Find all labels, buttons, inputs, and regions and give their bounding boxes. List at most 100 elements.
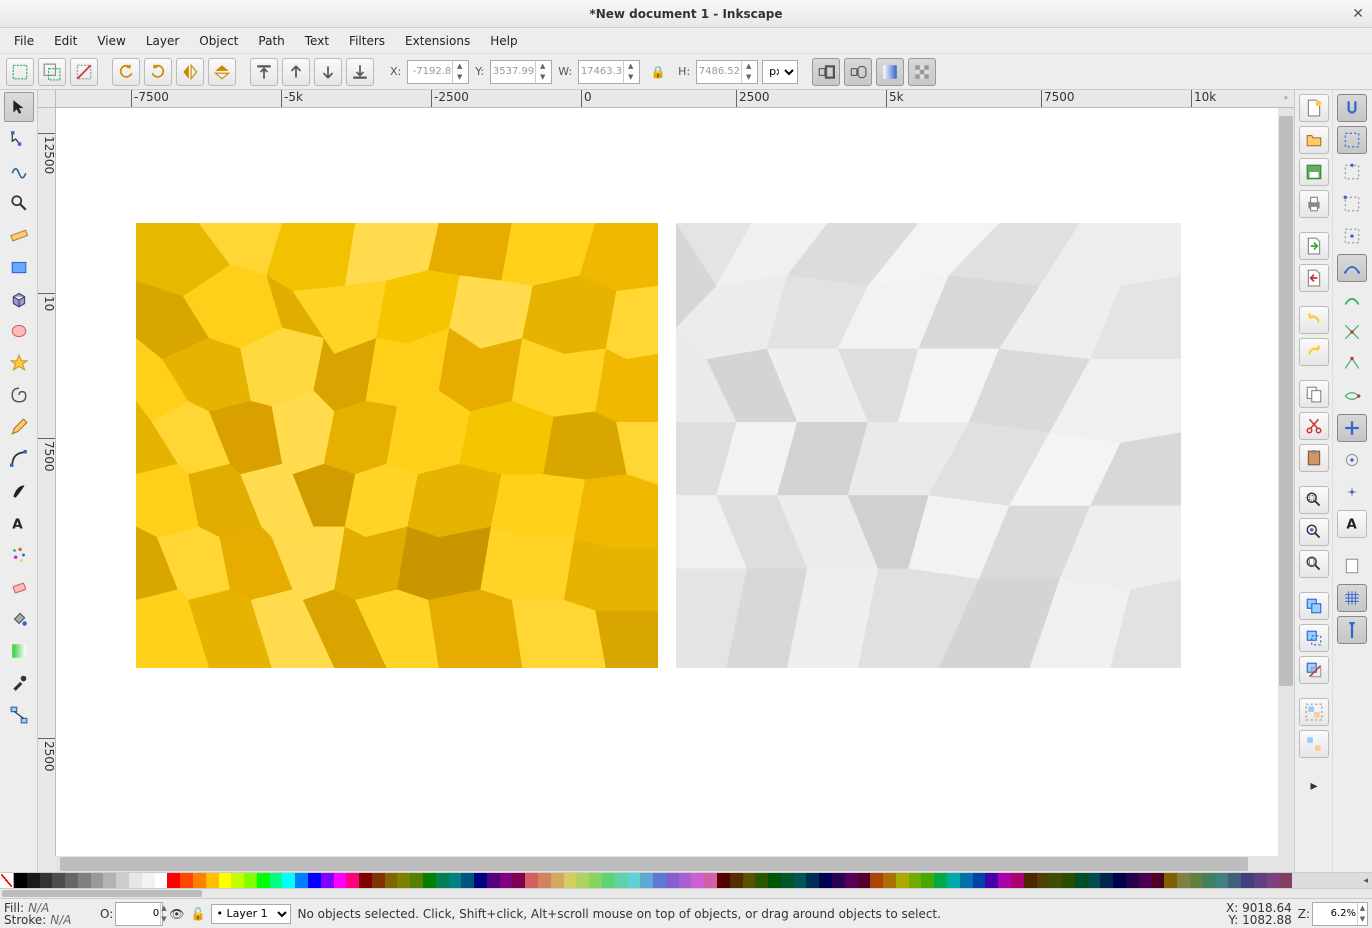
- color-swatch[interactable]: [219, 873, 232, 888]
- tweak-tool[interactable]: [4, 156, 34, 186]
- color-swatch[interactable]: [461, 873, 474, 888]
- color-swatch[interactable]: [487, 873, 500, 888]
- cut-button[interactable]: [1299, 412, 1329, 440]
- color-swatch[interactable]: [794, 873, 807, 888]
- clone-button[interactable]: [1299, 624, 1329, 652]
- snap-other-toggle[interactable]: [1337, 414, 1367, 442]
- color-swatch[interactable]: [589, 873, 602, 888]
- horizontal-scrollbar[interactable]: [56, 856, 1278, 872]
- color-swatch[interactable]: [1139, 873, 1152, 888]
- color-swatch[interactable]: [423, 873, 436, 888]
- color-swatch[interactable]: [244, 873, 257, 888]
- color-swatch[interactable]: [858, 873, 871, 888]
- color-swatch[interactable]: [270, 873, 283, 888]
- color-swatch[interactable]: [257, 873, 270, 888]
- color-swatch[interactable]: [1088, 873, 1101, 888]
- color-swatch[interactable]: [781, 873, 794, 888]
- save-doc-button[interactable]: [1299, 158, 1329, 186]
- color-swatch[interactable]: [985, 873, 998, 888]
- unit-select[interactable]: px: [762, 60, 798, 84]
- color-swatch[interactable]: [1177, 873, 1190, 888]
- duplicate-button[interactable]: [1299, 592, 1329, 620]
- color-swatch[interactable]: [538, 873, 551, 888]
- color-swatch[interactable]: [960, 873, 973, 888]
- color-swatch[interactable]: [909, 873, 922, 888]
- color-swatch[interactable]: [449, 873, 462, 888]
- color-swatch[interactable]: [500, 873, 513, 888]
- snap-enable-toggle[interactable]: [1337, 94, 1367, 122]
- rect-tool[interactable]: [4, 252, 34, 282]
- color-swatch[interactable]: [231, 873, 244, 888]
- color-swatch[interactable]: [896, 873, 909, 888]
- connector-tool[interactable]: [4, 700, 34, 730]
- lower-to-bottom-button[interactable]: [346, 58, 374, 86]
- transform-gradient-toggle[interactable]: [876, 58, 904, 86]
- color-swatch[interactable]: [743, 873, 756, 888]
- w-input[interactable]: [579, 66, 623, 77]
- color-swatch[interactable]: [1049, 873, 1062, 888]
- color-swatch[interactable]: [1024, 873, 1037, 888]
- lower-button[interactable]: [314, 58, 342, 86]
- color-swatch[interactable]: [1228, 873, 1241, 888]
- color-swatch[interactable]: [755, 873, 768, 888]
- rotate-cw-button[interactable]: [144, 58, 172, 86]
- horizontal-ruler[interactable]: -7500-5k-2500025005k750010k: [56, 90, 1278, 108]
- import-button[interactable]: [1299, 232, 1329, 260]
- color-swatch[interactable]: [474, 873, 487, 888]
- color-swatch[interactable]: [819, 873, 832, 888]
- color-swatch[interactable]: [602, 873, 615, 888]
- color-swatch[interactable]: [730, 873, 743, 888]
- snap-guide-toggle[interactable]: [1337, 616, 1367, 644]
- color-swatch[interactable]: [947, 873, 960, 888]
- color-swatch[interactable]: [334, 873, 347, 888]
- transform-stroke-toggle[interactable]: [812, 58, 840, 86]
- canvas[interactable]: [56, 108, 1278, 856]
- color-swatch[interactable]: [1037, 873, 1050, 888]
- color-swatch[interactable]: [1062, 873, 1075, 888]
- opacity-input[interactable]: [116, 908, 160, 919]
- color-swatch[interactable]: [832, 873, 845, 888]
- ruler-end-toggle[interactable]: ◦: [1278, 90, 1294, 108]
- color-swatch[interactable]: [78, 873, 91, 888]
- select-all-layers-button[interactable]: [38, 58, 66, 86]
- palette-scrollbar[interactable]: [0, 888, 1372, 898]
- color-swatch[interactable]: [1100, 873, 1113, 888]
- layer-select[interactable]: • Layer 1: [211, 904, 291, 924]
- transform-pattern-toggle[interactable]: [908, 58, 936, 86]
- color-swatch[interactable]: [372, 873, 385, 888]
- color-swatch[interactable]: [615, 873, 628, 888]
- layer-visibility-toggle[interactable]: 👁: [169, 907, 184, 921]
- color-swatch[interactable]: [806, 873, 819, 888]
- print-button[interactable]: [1299, 190, 1329, 218]
- menu-extensions[interactable]: Extensions: [395, 30, 480, 52]
- x-input[interactable]: [408, 66, 452, 77]
- color-swatch[interactable]: [155, 873, 168, 888]
- dropper-tool[interactable]: [4, 668, 34, 698]
- color-swatch[interactable]: [934, 873, 947, 888]
- color-swatch[interactable]: [870, 873, 883, 888]
- vertical-scrollbar[interactable]: [1278, 108, 1294, 856]
- color-swatch[interactable]: [436, 873, 449, 888]
- menu-path[interactable]: Path: [248, 30, 294, 52]
- w-spinbox[interactable]: ▲▼: [578, 60, 640, 84]
- calligraphy-tool[interactable]: [4, 476, 34, 506]
- y-input[interactable]: [491, 66, 535, 77]
- snap-bbox-midpoint-toggle[interactable]: [1337, 222, 1367, 250]
- color-swatch[interactable]: [410, 873, 423, 888]
- spiral-tool[interactable]: [4, 380, 34, 410]
- color-swatch[interactable]: [1267, 873, 1280, 888]
- color-swatch[interactable]: [346, 873, 359, 888]
- color-swatch[interactable]: [193, 873, 206, 888]
- color-swatch[interactable]: [512, 873, 525, 888]
- unlink-clone-button[interactable]: [1299, 656, 1329, 684]
- color-swatch[interactable]: [551, 873, 564, 888]
- undo-button[interactable]: [1299, 306, 1329, 334]
- flip-vertical-button[interactable]: [208, 58, 236, 86]
- snap-smooth-toggle[interactable]: [1337, 382, 1367, 410]
- color-swatch[interactable]: [103, 873, 116, 888]
- layer-lock-toggle[interactable]: 🔓: [191, 907, 206, 921]
- color-swatch[interactable]: [142, 873, 155, 888]
- color-swatch[interactable]: [921, 873, 934, 888]
- transform-corners-toggle[interactable]: [844, 58, 872, 86]
- snap-page-toggle[interactable]: [1337, 552, 1367, 580]
